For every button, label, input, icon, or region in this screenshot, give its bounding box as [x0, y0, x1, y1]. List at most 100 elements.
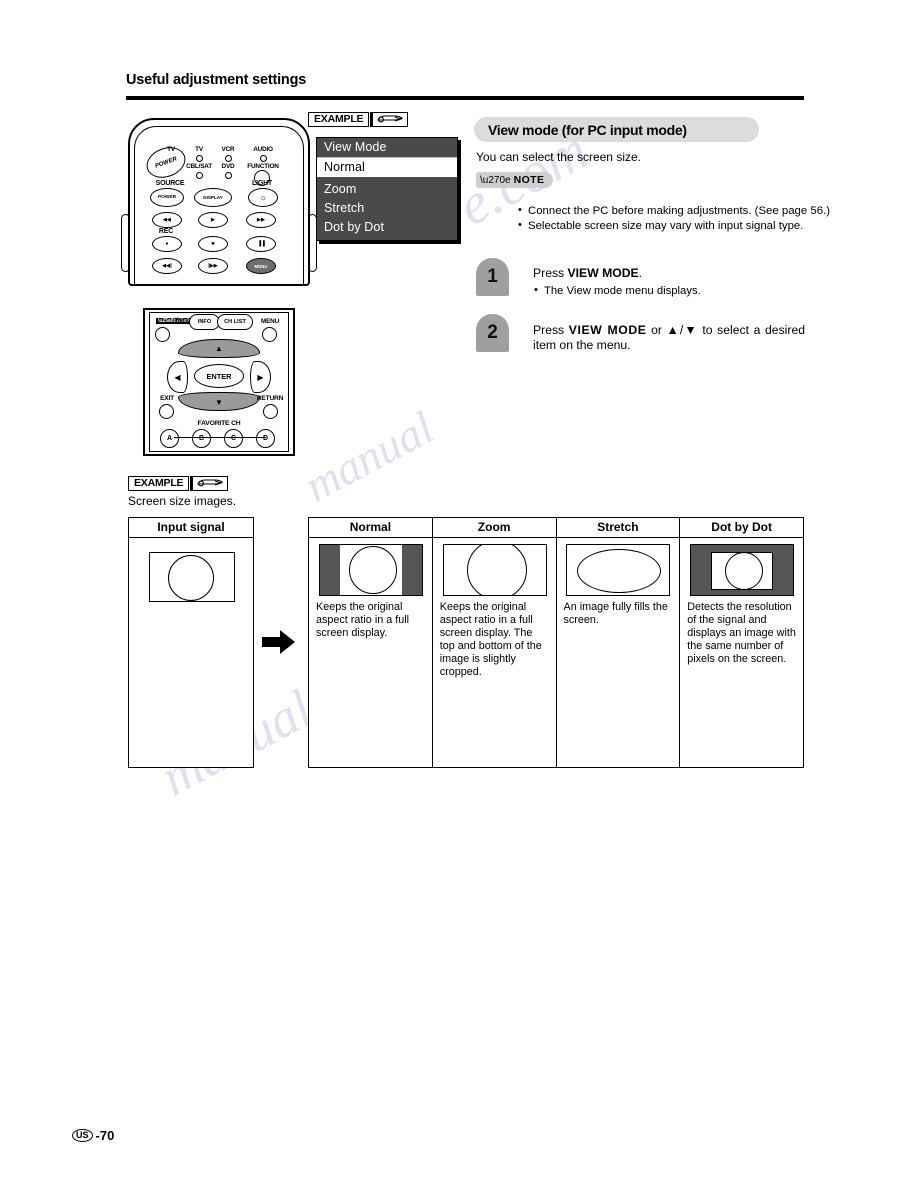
circle-icon — [725, 552, 764, 590]
pillar-left — [319, 545, 340, 595]
label-cbl-sat: CBL/SAT — [186, 163, 212, 170]
thumbnail-normal — [318, 544, 423, 596]
next-button[interactable]: |▶▶ — [198, 258, 228, 274]
osd-item-normal[interactable]: Normal — [317, 158, 457, 177]
label-function: FUNCTION — [247, 163, 279, 170]
thumbnail-stretch — [566, 544, 671, 596]
note-item: Selectable screen size may vary with inp… — [518, 219, 844, 234]
description-normal: Keeps the original aspect ratio in a ful… — [316, 601, 410, 639]
example-label: EXAMPLE — [128, 476, 190, 491]
cell-normal: Keeps the original aspect ratio in a ful… — [309, 538, 432, 640]
favorite-connector — [174, 437, 266, 439]
osd-item-dot-by-dot[interactable]: Dot by Dot — [317, 218, 457, 240]
vcr-led-icon — [225, 155, 232, 162]
cell-dot-by-dot: Detects the resolution of the signal and… — [680, 538, 803, 666]
source-power-button[interactable]: POWER — [150, 188, 184, 207]
input-signal-header: Input signal — [129, 518, 253, 538]
pencil-icon: \u270e — [480, 174, 511, 186]
right-arrow-icon — [262, 628, 296, 656]
virtual-button[interactable] — [155, 327, 170, 342]
column-zoom: Zoom Keeps the original aspect ratio in … — [432, 518, 557, 767]
step-1-prefix: Press — [533, 266, 568, 280]
thumbnail-zoom — [442, 544, 547, 596]
step-1-suffix: . — [638, 266, 643, 280]
example-label: EXAMPLE — [308, 112, 370, 127]
note-item: Connect the PC before making adjustments… — [518, 204, 844, 219]
label-rec: REC — [158, 228, 174, 235]
label-favorite-ch: FAVORITE CH — [197, 420, 241, 427]
view-mode-osd-menu: View Mode Normal Zoom Stretch Dot by Dot — [316, 137, 458, 241]
example-tag-upper: EXAMPLE — [308, 112, 409, 127]
section-banner: View mode (for PC input mode) — [474, 117, 759, 142]
display-button[interactable]: DISPLAY — [194, 188, 232, 207]
step-1-substep: The View mode menu displays. — [533, 283, 805, 299]
page-title: Useful adjustment settings — [126, 72, 307, 88]
osd-item-stretch[interactable]: Stretch — [317, 199, 457, 218]
section-lead-text: You can select the screen size. — [476, 150, 641, 164]
column-header-normal: Normal — [309, 518, 432, 538]
record-button[interactable]: ● — [152, 236, 182, 252]
thumbnail-dot-by-dot — [690, 544, 795, 596]
ellipse-icon — [577, 549, 662, 593]
osd-item-zoom[interactable]: Zoom — [317, 177, 457, 199]
info-button[interactable]: INFO — [189, 314, 220, 330]
return-button[interactable] — [263, 404, 278, 419]
note-badge: \u270e NOTE — [476, 172, 554, 188]
header-rule — [126, 96, 804, 100]
enter-button[interactable]: ENTER — [194, 364, 244, 388]
play-button[interactable]: ▶ — [198, 212, 228, 228]
tv-led-icon — [196, 155, 203, 162]
page-footer: US -70 — [72, 1128, 114, 1143]
note-label: NOTE — [513, 174, 545, 186]
screen-area — [443, 545, 546, 595]
chevron-down-icon: ▼ — [215, 398, 223, 407]
light-button[interactable]: ☼ — [248, 188, 278, 207]
column-dot-by-dot: Dot by Dot Detects the resolution of the… — [680, 518, 803, 767]
previous-button[interactable]: ◀◀| — [152, 258, 182, 274]
step-2-prefix: Press — [533, 323, 569, 337]
example-tag-lower: EXAMPLE — [128, 476, 229, 491]
exit-button[interactable] — [159, 404, 174, 419]
column-header-stretch: Stretch — [556, 518, 680, 538]
circle-icon — [466, 545, 527, 595]
menu-button[interactable] — [262, 327, 277, 342]
stop-button[interactable]: ■ — [198, 236, 228, 252]
label-return: RETURN — [256, 395, 284, 402]
view-mode-button[interactable]: MENU — [246, 258, 276, 274]
ch-list-button[interactable]: CH LIST — [217, 314, 253, 330]
step-2-keyword: VIEW MODE — [568, 323, 647, 337]
remote-control-lower-illustration: \u25a0\u25a0 Virtual INFO CH LIST MENU ▲… — [143, 308, 295, 456]
label-menu: MENU — [260, 318, 280, 325]
view-mode-table: Normal Keeps the original aspect ratio i… — [308, 517, 804, 768]
circle-icon — [167, 555, 214, 601]
manual-page: ve.com manualzilla manual Useful adjustm… — [0, 0, 918, 1188]
step-1-keyword: VIEW MODE — [567, 266, 639, 280]
screen-area — [149, 553, 234, 601]
fast-forward-button[interactable]: ▶▶ — [246, 212, 276, 228]
step-1-number: 1 — [476, 258, 509, 296]
label-light: LIGHT — [252, 180, 272, 187]
screen-area — [567, 545, 670, 595]
page-number: -70 — [95, 1128, 115, 1143]
rewind-button[interactable]: ◀◀ — [152, 212, 182, 228]
favorite-button-c[interactable]: C — [224, 429, 243, 448]
audio-led-icon — [260, 155, 267, 162]
cell-zoom: Keeps the original aspect ratio in a ful… — [433, 538, 556, 679]
screen-size-caption: Screen size images. — [128, 494, 237, 508]
watermark: manual — [296, 401, 442, 512]
step-1-text: Press VIEW MODE. The View mode menu disp… — [533, 266, 805, 299]
favorite-button-a[interactable]: A — [160, 429, 179, 448]
region-badge: US — [72, 1129, 93, 1142]
label-source: SOURCE — [155, 180, 185, 187]
description-zoom: Keeps the original aspect ratio in a ful… — [439, 601, 542, 678]
remote-side-left — [121, 214, 130, 272]
left-arrow-button[interactable]: ◀ — [167, 361, 188, 393]
chevron-up-icon: ▲ — [215, 344, 223, 353]
favorite-button-b[interactable]: B — [192, 429, 211, 448]
input-signal-cell — [129, 538, 253, 602]
favorite-button-d[interactable]: D — [256, 429, 275, 448]
up-arrow-button[interactable]: ▲ — [178, 339, 260, 358]
column-stretch: Stretch An image fully fills the screen. — [556, 518, 681, 767]
pause-button[interactable]: ▐▐ — [246, 236, 276, 252]
dvd-led-icon — [225, 172, 232, 179]
